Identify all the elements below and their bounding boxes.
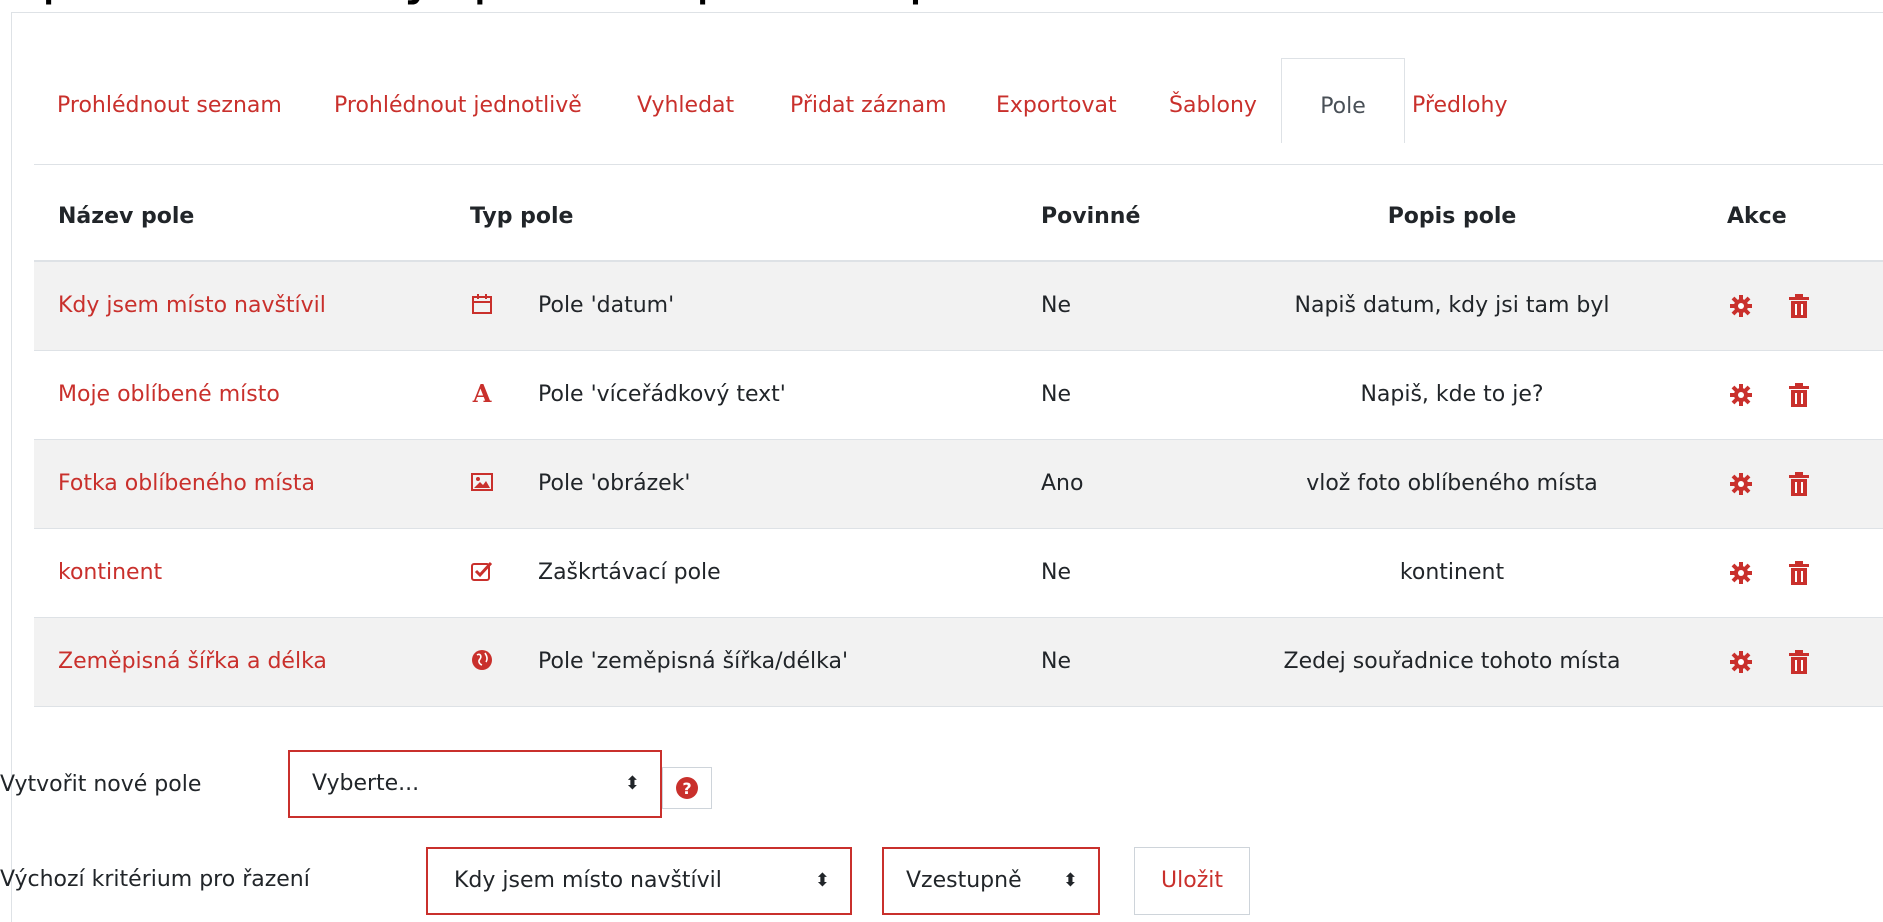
select-arrows-icon: ⬍ — [1062, 870, 1078, 891]
table-row: Moje oblíbené místo A Pole 'víceřádkový … — [34, 351, 1883, 440]
header-required: Povinné — [1041, 204, 1141, 229]
field-name-link[interactable]: kontinent — [58, 529, 162, 617]
save-button[interactable]: Uložit — [1134, 847, 1250, 915]
tab-presets[interactable]: Předlohy — [1412, 70, 1507, 142]
trash-icon[interactable] — [1789, 294, 1809, 318]
field-required: Ne — [1041, 382, 1071, 407]
table-row: Fotka oblíbeného místa Pole 'obrázek' An… — [34, 440, 1883, 529]
sort-order-value: Vzestupně — [906, 868, 1022, 893]
gear-icon[interactable] — [1729, 650, 1753, 674]
tab-divider — [34, 164, 1883, 165]
globe-icon — [472, 650, 492, 670]
field-type: Pole 'zeměpisná šířka/délka' — [538, 649, 848, 674]
field-name-link[interactable]: Moje oblíbené místo — [58, 351, 280, 439]
field-name-link[interactable]: Kdy jsem místo navštívil — [58, 262, 326, 350]
field-description: kontinent — [1399, 560, 1505, 585]
field-type: Zaškrtávací pole — [538, 560, 721, 585]
tab-list-view[interactable]: Prohlédnout seznam — [57, 70, 282, 142]
field-required: Ne — [1041, 293, 1071, 318]
new-field-select[interactable]: Vyberte... ⬍ — [288, 750, 662, 818]
tab-templates[interactable]: Šablony — [1169, 70, 1257, 142]
gear-icon[interactable] — [1729, 472, 1753, 496]
svg-text:A: A — [472, 381, 492, 405]
trash-icon[interactable] — [1789, 472, 1809, 496]
select-arrows-icon: ⬍ — [624, 773, 640, 794]
trash-icon[interactable] — [1789, 650, 1809, 674]
text-font-icon: A — [472, 381, 492, 405]
tab-export[interactable]: Exportovat — [996, 70, 1117, 142]
sort-order-select[interactable]: Vzestupně ⬍ — [882, 847, 1100, 915]
field-required: Ne — [1041, 560, 1071, 585]
table-row: Zeměpisná šířka a délka Pole 'zeměpisná … — [34, 618, 1883, 707]
calendar-icon — [472, 294, 492, 314]
header-description: Popis pole — [1387, 204, 1517, 229]
field-type: Pole 'datum' — [538, 293, 675, 318]
table-row: kontinent Zaškrtávací pole Ne kontinent — [34, 529, 1883, 618]
gear-icon[interactable] — [1729, 383, 1753, 407]
tab-single-view[interactable]: Prohlédnout jednotlivě — [334, 70, 582, 142]
header-type: Typ pole — [470, 204, 574, 229]
field-name-link[interactable]: Zeměpisná šířka a délka — [58, 618, 327, 706]
field-description: Zedej souřadnice tohoto místa — [1283, 649, 1621, 674]
field-required: Ano — [1041, 471, 1084, 496]
field-description: Napiš datum, kdy jsi tam byl — [1294, 293, 1610, 318]
checkbox-icon — [471, 561, 493, 581]
field-description: Napiš, kde to je? — [1360, 382, 1544, 407]
sort-label: Výchozí kritérium pro řazení — [0, 867, 310, 892]
new-field-select-value: Vyberte... — [312, 771, 420, 796]
field-name-link[interactable]: Fotka oblíbeného místa — [58, 440, 315, 528]
tab-search[interactable]: Vyhledat — [637, 70, 734, 142]
image-icon — [471, 473, 493, 491]
field-type: Pole 'víceřádkový text' — [538, 382, 786, 407]
header-actions: Akce — [1727, 204, 1787, 229]
header-name: Název pole — [58, 204, 195, 229]
table-row: Kdy jsem místo navštívil Pole 'datum' Ne… — [34, 262, 1883, 351]
select-arrows-icon: ⬍ — [814, 870, 830, 891]
tab-bar: Prohlédnout seznam Prohlédnout jednotliv… — [12, 58, 1883, 174]
table-header: Název pole Typ pole Povinné Popis pole A… — [34, 174, 1883, 262]
trash-icon[interactable] — [1789, 383, 1809, 407]
sort-field-select[interactable]: Kdy jsem místo navštívil ⬍ — [426, 847, 852, 915]
trash-icon[interactable] — [1789, 561, 1809, 585]
new-field-label: Vytvořit nové pole — [0, 772, 202, 797]
tab-add-entry[interactable]: Přidat záznam — [790, 70, 947, 142]
gear-icon[interactable] — [1729, 294, 1753, 318]
field-required: Ne — [1041, 649, 1071, 674]
field-description: vlož foto oblíbeného místa — [1306, 471, 1598, 496]
svg-text:?: ? — [682, 779, 691, 798]
page-title: Úprava šablony, pomocí přidání polí — [0, 0, 1883, 12]
help-button[interactable]: ? — [662, 767, 712, 809]
gear-icon[interactable] — [1729, 561, 1753, 585]
sort-field-value: Kdy jsem místo navštívil — [454, 868, 722, 893]
question-circle-icon: ? — [676, 777, 698, 799]
field-type: Pole 'obrázek' — [538, 471, 691, 496]
tab-fields[interactable]: Pole — [1281, 58, 1405, 143]
